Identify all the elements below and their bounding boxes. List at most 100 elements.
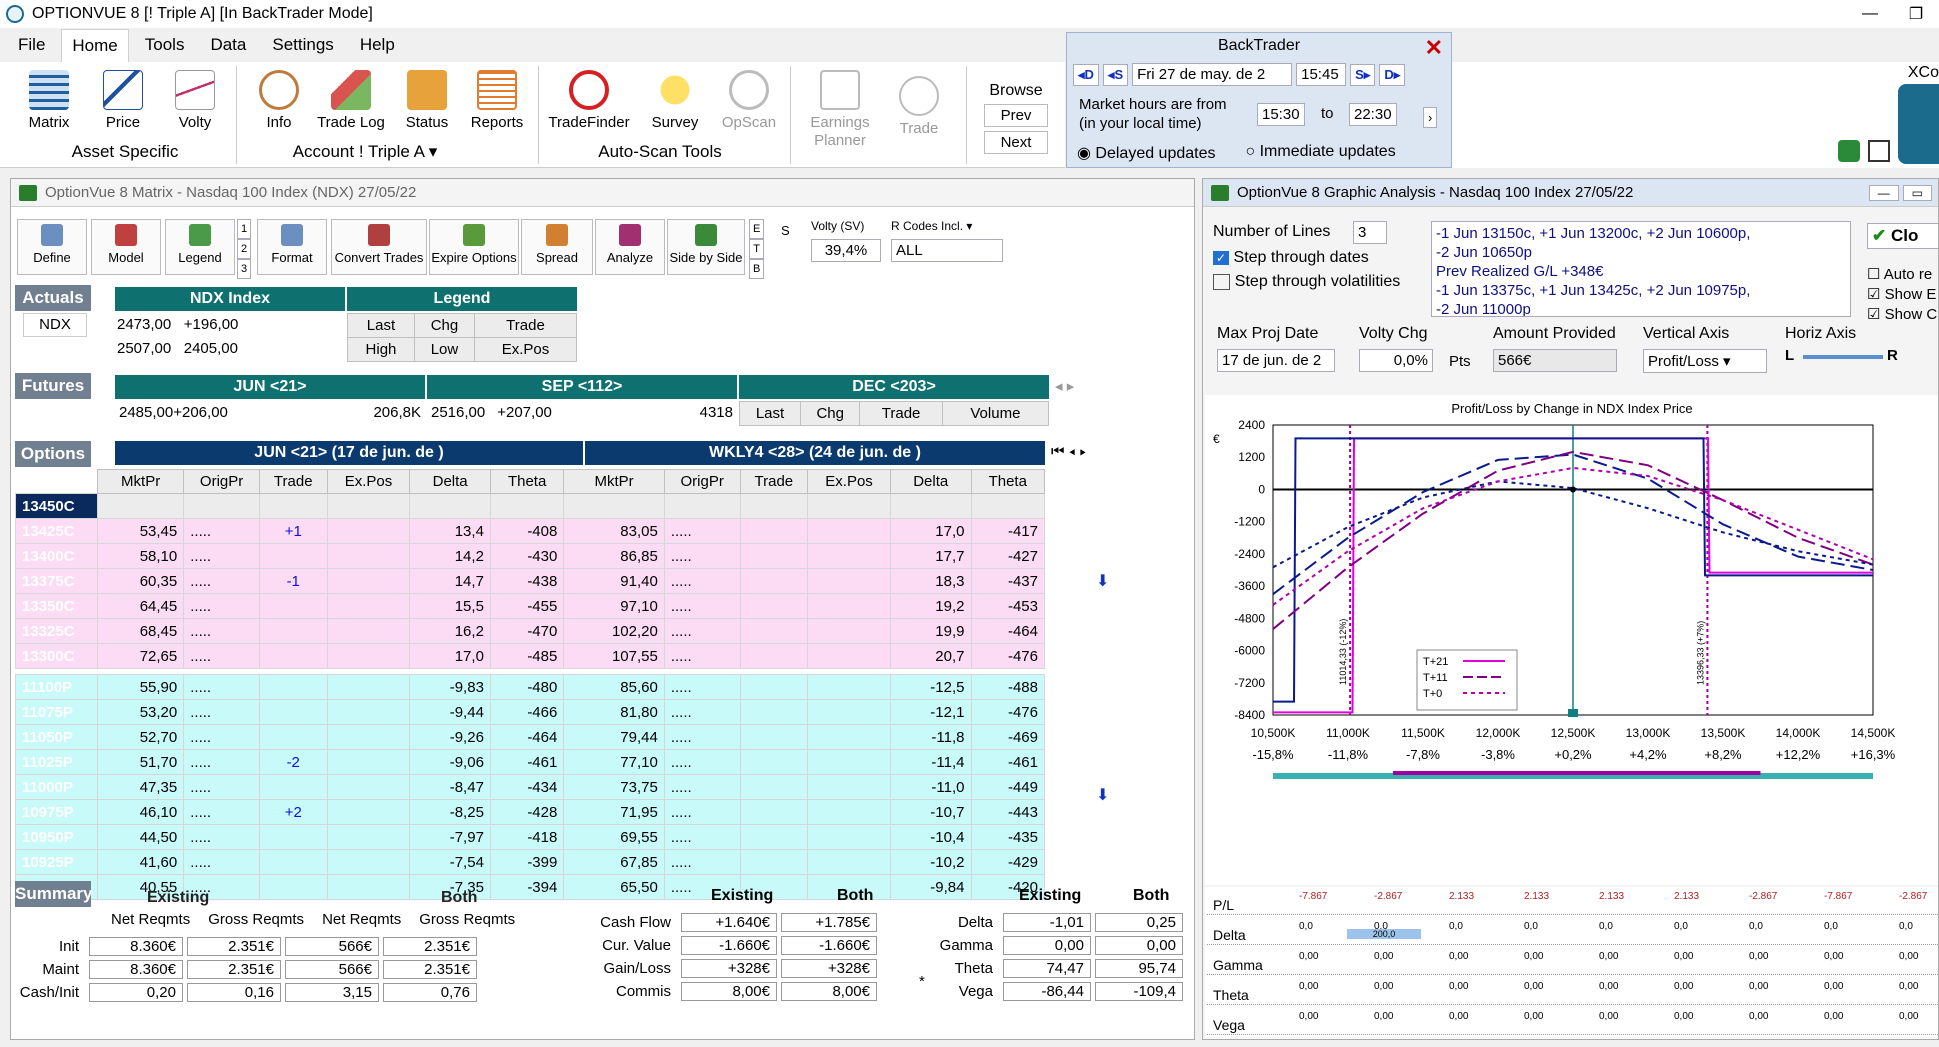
option-row[interactable]: 11075P 53,20..... -9,44 -466 81,80..... -12,1… (15, 699, 1045, 725)
tradefinder-button[interactable]: TradeFinder (546, 70, 632, 131)
earnings-planner-button[interactable]: Earnings Planner (800, 70, 880, 150)
auto-checkbox[interactable]: ☐ Auto re (1867, 265, 1937, 285)
prev-step-button[interactable]: ◂S (1102, 63, 1129, 86)
rcodes-label[interactable]: R Codes Incl. ▾ (891, 219, 972, 233)
menu-help[interactable]: Help (350, 29, 405, 61)
option-cell[interactable] (258, 618, 328, 644)
option-cell[interactable] (739, 643, 809, 669)
option-row[interactable]: 11000P 47,35..... -8,47 -434 73,75..... -11,0… (15, 774, 1045, 800)
column-header[interactable]: Delta (409, 469, 491, 494)
column-header[interactable]: Ex.Pos (326, 469, 411, 494)
price-button[interactable]: Price (88, 70, 158, 131)
minimize-icon[interactable]: — (1847, 0, 1893, 28)
column-header[interactable]: MktPr (563, 469, 665, 494)
scroll-down-icon[interactable]: ⬇ (1096, 571, 1109, 591)
option-cell[interactable] (258, 543, 328, 569)
vchg-field[interactable]: 0,0% (1359, 349, 1433, 372)
prev-button[interactable]: Prev (984, 104, 1048, 127)
vaxis-select[interactable]: Profit/Loss ▾ (1643, 349, 1767, 373)
format-button[interactable]: Format (257, 219, 327, 275)
column-header[interactable]: OrigPr (183, 469, 260, 494)
option-cell[interactable] (739, 799, 809, 825)
column-header[interactable]: Theta (489, 469, 565, 494)
close-icon[interactable]: ✕ (1425, 35, 1443, 61)
maximize-icon[interactable]: ▭ (1902, 184, 1932, 201)
option-cell[interactable] (258, 874, 328, 900)
t-button[interactable]: T (749, 239, 765, 259)
option-row[interactable]: 10925P 41,60..... -7,54 -399 67,85..... -10,2… (15, 849, 1045, 875)
delayed-updates-radio[interactable]: ◉ Delayed updates (1077, 143, 1216, 163)
to-time-field[interactable]: 22:30 (1349, 103, 1397, 126)
option-cell[interactable] (258, 824, 328, 850)
scroll-left-icon[interactable]: ◂ ▸ (1055, 377, 1074, 395)
option-cell[interactable] (258, 724, 328, 750)
option-row[interactable]: 10950P 44,50..... -7,97 -418 69,55..... -10,4… (15, 824, 1045, 850)
show-e-checkbox[interactable]: ☑ Show E (1867, 285, 1937, 305)
option-row[interactable]: 13400C 58,10..... 14,2 -430 86,85..... 17,7 -4… (15, 543, 1045, 569)
menu-data[interactable]: Data (200, 29, 256, 61)
option-cell[interactable] (258, 699, 328, 725)
haxis-slider[interactable] (1803, 355, 1883, 359)
side-by-side-button[interactable]: Side by Side (667, 219, 745, 275)
column-header[interactable]: Ex.Pos (807, 469, 891, 494)
legend-button[interactable]: Legend (165, 219, 235, 275)
expire-options-button[interactable]: Expire Options (429, 219, 519, 275)
page-2-button[interactable]: 2 (237, 239, 252, 259)
print-icon[interactable] (1868, 140, 1890, 162)
page-3-button[interactable]: 3 (237, 259, 252, 279)
show-c-checkbox[interactable]: ☑ Show C (1867, 305, 1937, 325)
option-cell[interactable] (258, 774, 328, 800)
nav-arrows-icon[interactable]: ⏮ ◂ ▸ (1051, 443, 1086, 460)
option-cell[interactable] (739, 568, 809, 594)
step-vol-checkbox[interactable]: Step through volatilities (1213, 273, 1400, 291)
minimize-icon[interactable]: — (1868, 184, 1899, 201)
option-cell[interactable] (258, 493, 328, 519)
rcodes-field[interactable]: ALL (891, 239, 1003, 262)
option-row[interactable]: 13300C 72,65..... 17,0 -485 107,55..... 20,7-… (15, 643, 1045, 669)
option-row[interactable]: 13425C 53,45..... +1 13,4 -408 83,05..... 17,0… (15, 518, 1045, 544)
immediate-updates-radio[interactable]: ○ Immediate updates (1246, 143, 1396, 163)
maxproj-field[interactable]: 17 de jun. de 2 (1217, 349, 1335, 372)
column-header[interactable]: Delta (889, 469, 972, 494)
column-header[interactable]: MktPr (96, 469, 185, 494)
menu-settings[interactable]: Settings (262, 29, 343, 61)
analyze-button[interactable]: Analyze (595, 219, 665, 275)
trade-button[interactable]: Trade (884, 76, 954, 137)
option-cell[interactable] (739, 674, 809, 700)
option-row[interactable]: 11050P 52,70..... -9,26 -464 79,44..... -11,8… (15, 724, 1045, 750)
option-cell[interactable] (258, 849, 328, 875)
option-cell[interactable] (739, 824, 809, 850)
option-cell[interactable] (739, 518, 809, 544)
column-header[interactable]: Theta (970, 469, 1045, 494)
page-1-button[interactable]: 1 (237, 219, 252, 239)
next-step-button[interactable]: S▸ (1350, 63, 1376, 86)
option-cell[interactable] (739, 593, 809, 619)
spread-button[interactable]: Spread (521, 219, 593, 275)
option-cell[interactable] (739, 493, 809, 519)
column-header[interactable]: Trade (739, 469, 809, 494)
convert-trades-button[interactable]: Convert Trades (331, 219, 427, 275)
survey-button[interactable]: Survey (640, 70, 710, 131)
next-button[interactable]: Next (984, 131, 1048, 154)
trade-log-button[interactable]: Trade Log (316, 70, 386, 131)
option-cell[interactable] (739, 774, 809, 800)
model-button[interactable]: Model (91, 219, 161, 275)
option-row[interactable]: 13375C 60,35..... -1 14,7 -438 91,40..... 18,3… (15, 568, 1045, 594)
option-cell[interactable] (739, 699, 809, 725)
reports-button[interactable]: Reports (462, 70, 532, 131)
option-cell[interactable] (258, 593, 328, 619)
s-button[interactable]: S (781, 223, 790, 238)
option-cell[interactable] (739, 849, 809, 875)
option-cell[interactable] (739, 749, 809, 775)
option-cell[interactable] (258, 643, 328, 669)
scroll-down-icon[interactable]: ⬇ (1096, 785, 1109, 805)
refresh-icon[interactable] (1838, 140, 1860, 162)
option-cell[interactable] (739, 618, 809, 644)
menu-tools[interactable]: Tools (135, 29, 195, 61)
step-dates-checkbox[interactable]: ✓ Step through dates (1213, 249, 1369, 267)
option-cell[interactable] (258, 674, 328, 700)
option-row[interactable]: 13350C 64,45..... 15,5 -455 97,10..... 19,2 -4… (15, 593, 1045, 619)
volty-field[interactable]: 39,4% (811, 239, 881, 262)
option-cell[interactable] (739, 543, 809, 569)
option-cell[interactable]: +1 (258, 518, 328, 544)
